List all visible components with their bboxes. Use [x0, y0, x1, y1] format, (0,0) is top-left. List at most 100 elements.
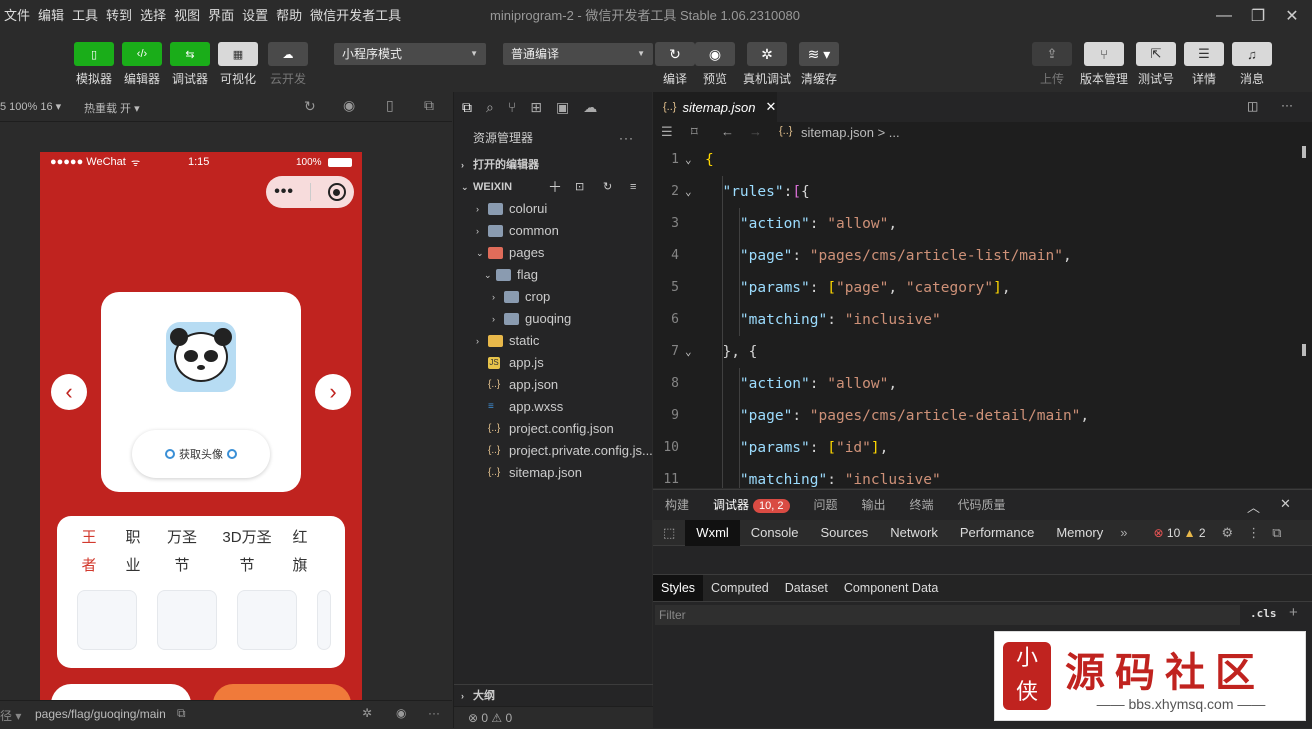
chevron-up-icon[interactable]: ︿ — [1247, 497, 1260, 516]
menu-item[interactable]: 界面 — [204, 0, 238, 32]
new-file-icon[interactable]: ＋ — [548, 176, 562, 198]
more-icon[interactable]: ··· — [1281, 98, 1293, 112]
menu-item[interactable]: 转到 — [102, 0, 136, 32]
tree-item[interactable]: ⌄ flag — [454, 264, 652, 286]
category-tab[interactable]: 职业 — [113, 524, 153, 580]
menu-item[interactable]: 编辑 — [34, 0, 68, 32]
prev-arrow-button[interactable]: ‹ — [51, 374, 87, 410]
tree-item[interactable]: › guoqing — [454, 308, 652, 330]
storage-icon[interactable]: ▣ — [556, 99, 569, 116]
error-counter[interactable]: ⊗ 10 ▲ 2 — [1154, 526, 1206, 540]
dock-icon[interactable]: ⧉ — [1272, 525, 1281, 541]
menu-button[interactable]: ☰ — [1184, 42, 1224, 66]
gear-icon[interactable]: ⚙ — [1222, 525, 1234, 541]
fold-icon[interactable]: ⌄ — [685, 176, 692, 208]
debug-toggle-button[interactable]: ⇆ — [170, 42, 210, 66]
external-button[interactable]: ⇱ — [1136, 42, 1176, 66]
category-tab[interactable]: 红旗 — [277, 524, 323, 580]
tab-sitemap-json[interactable]: {..} sitemap.json ✕ — [653, 92, 777, 122]
phone-icon[interactable]: ▯ — [386, 97, 394, 114]
tree-item[interactable]: ⌄ pages — [454, 242, 652, 264]
devtools-tab[interactable]: Memory — [1045, 520, 1114, 546]
tree-item[interactable]: › crop — [454, 286, 652, 308]
menu-item[interactable]: 文件 — [0, 0, 34, 32]
styles-filter-input[interactable]: Filter — [655, 605, 1240, 625]
debugger-tab[interactable]: 调试器 10, 2 — [701, 490, 801, 521]
item-slot[interactable] — [237, 590, 297, 650]
cls-toggle[interactable]: .cls — [1250, 607, 1277, 620]
record-icon[interactable]: ◉ — [343, 97, 355, 114]
category-tab[interactable]: 3D万圣节 — [213, 524, 281, 580]
scrollbar-thumb[interactable] — [1302, 146, 1306, 158]
close-icon[interactable]: ✕ — [1280, 496, 1291, 512]
eye-icon[interactable]: ◉ — [396, 706, 406, 720]
debugger-tab[interactable]: 构建 — [653, 490, 701, 520]
extensions-icon[interactable]: ⊞ — [530, 99, 542, 116]
docker-icon[interactable]: ☁ — [583, 99, 597, 116]
tree-item[interactable]: ≡ app.wxss — [454, 396, 652, 418]
devtools-tab[interactable]: Wxml — [685, 519, 740, 546]
tree-item[interactable]: {..} app.json — [454, 374, 652, 396]
category-tab[interactable]: 王者 — [67, 524, 111, 580]
close-icon[interactable]: ✕ — [1280, 4, 1304, 28]
split-editor-icon[interactable]: ◫ — [1247, 99, 1258, 113]
source-control-icon[interactable]: ⑂ — [508, 99, 516, 115]
maximize-icon[interactable]: ❐ — [1246, 4, 1270, 28]
bug-button[interactable]: ✲ — [747, 42, 787, 66]
tree-item[interactable]: › common — [454, 220, 652, 242]
add-rule-icon[interactable]: + — [1289, 604, 1298, 621]
debugger-tab[interactable]: 代码质量 — [946, 490, 1018, 520]
eye-button[interactable]: ◉ — [695, 42, 735, 66]
menu-item[interactable]: 视图 — [170, 0, 204, 32]
bookmark-icon[interactable]: ⌑ — [691, 124, 698, 140]
capsule-menu[interactable]: ••• — [266, 176, 354, 208]
upload-button[interactable]: ⇪ — [1032, 42, 1072, 66]
fold-icon[interactable]: ⌄ — [685, 144, 692, 176]
item-slot[interactable] — [157, 590, 217, 650]
cloud-toggle-button[interactable]: ☁ — [268, 42, 308, 66]
tree-item[interactable]: JS app.js — [454, 352, 652, 374]
workspace-section[interactable]: ⌄ WEIXIN ＋ ⊡ ↻ ≡ — [454, 176, 652, 198]
copy-icon[interactable]: ⧉ — [177, 706, 186, 721]
more-icon[interactable]: ··· — [619, 122, 634, 154]
refresh-icon[interactable]: ↻ — [603, 176, 612, 198]
more-icon[interactable]: ••• — [274, 183, 294, 201]
styles-tab[interactable]: Computed — [703, 575, 777, 601]
bottom-left-button[interactable] — [51, 684, 191, 700]
debugger-tab[interactable]: 终端 — [898, 490, 946, 520]
item-slot[interactable] — [77, 590, 137, 650]
kebab-icon[interactable]: ⋮ — [1247, 525, 1260, 541]
fold-icon[interactable]: ⌄ — [685, 336, 692, 368]
branch-button[interactable]: ⑂ — [1084, 42, 1124, 66]
list-icon[interactable]: ☰ — [661, 124, 673, 140]
open-editors-section[interactable]: › 打开的编辑器 — [454, 154, 652, 176]
bell-button[interactable]: ♫ — [1232, 42, 1272, 66]
devtools-tab[interactable]: Sources — [810, 520, 880, 546]
debugger-tab[interactable]: 问题 — [802, 490, 850, 520]
hot-reload-toggle[interactable]: 热重载 开 ▾ — [84, 100, 140, 116]
code-editor[interactable]: 1 ⌄{2 ⌄ "rules":[{3 "action": "allow", 4 "p… — [653, 144, 1312, 488]
styles-tab[interactable]: Component Data — [836, 575, 947, 601]
bug-icon[interactable]: ✲ — [362, 706, 372, 720]
phone-toggle-button[interactable]: ▯ — [74, 42, 114, 66]
popout-icon[interactable]: ⧉ — [424, 97, 434, 114]
menu-item[interactable]: 微信开发者工具 — [306, 0, 405, 32]
device-zoom-select[interactable]: 5 100% 16 ▾ — [0, 100, 61, 113]
breadcrumb-path[interactable]: sitemap.json > ... — [801, 125, 900, 140]
forward-arrow-icon[interactable]: → — [749, 124, 762, 139]
styles-tab[interactable]: Styles — [653, 575, 704, 601]
search-icon[interactable]: ⌕ — [486, 99, 494, 116]
minimize-icon[interactable]: — — [1212, 4, 1236, 28]
back-arrow-icon[interactable]: ← — [721, 124, 734, 139]
tree-item[interactable]: › colorui — [454, 198, 652, 220]
bottom-right-button[interactable] — [213, 684, 351, 700]
files-icon[interactable]: ⧉ — [462, 99, 472, 116]
close-mini-icon[interactable] — [327, 183, 346, 201]
menu-item[interactable]: 设置 — [238, 0, 272, 32]
page-path[interactable]: pages/flag/guoqing/main — [35, 707, 166, 721]
devtools-tab[interactable]: Network — [879, 520, 949, 546]
next-arrow-button[interactable]: › — [315, 374, 351, 410]
tree-item[interactable]: › static — [454, 330, 652, 352]
close-icon[interactable]: ✕ — [765, 99, 776, 115]
compile-select[interactable]: 普通编译 ▼ — [503, 43, 653, 65]
